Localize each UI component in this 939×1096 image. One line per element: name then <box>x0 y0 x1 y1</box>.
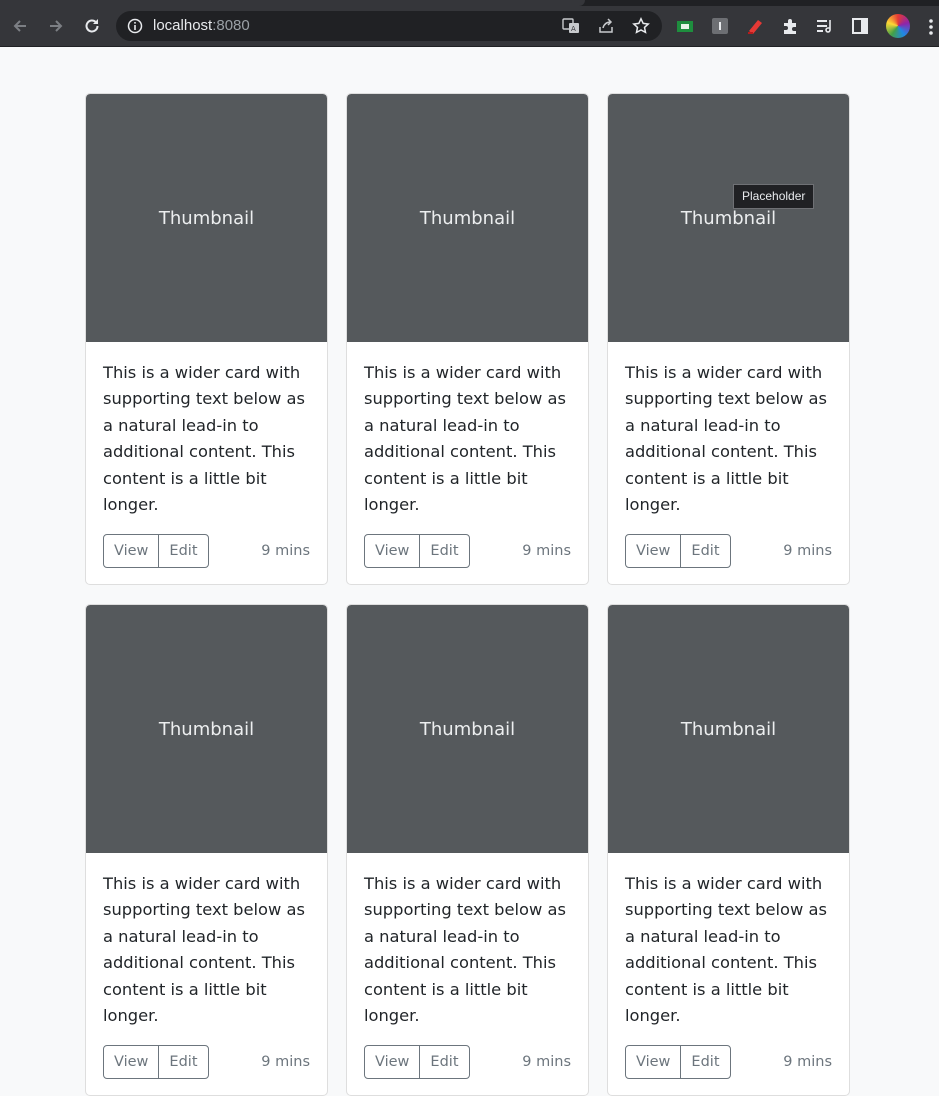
card-thumbnail: Thumbnail <box>608 605 849 853</box>
card-thumbnail: Thumbnail <box>347 605 588 853</box>
album-card: Thumbnail Placeholder This is a wider ca… <box>607 93 850 585</box>
view-button[interactable]: View <box>364 1045 421 1080</box>
side-panel-icon[interactable] <box>851 17 869 35</box>
extension-green-icon[interactable] <box>676 17 694 35</box>
card-footer: View Edit 9 mins <box>625 534 832 569</box>
card-text: This is a wider card with supporting tex… <box>625 363 827 515</box>
url-host: localhost <box>153 17 213 34</box>
profile-avatar[interactable] <box>886 14 910 38</box>
time-text: 9 mins <box>783 1054 832 1071</box>
extensions-puzzle-icon[interactable] <box>781 17 799 35</box>
edit-button[interactable]: Edit <box>680 534 731 569</box>
card-thumbnail: Thumbnail <box>347 94 588 342</box>
bookmark-star-icon[interactable] <box>632 17 650 35</box>
time-text: 9 mins <box>522 1054 571 1071</box>
time-text: 9 mins <box>522 543 571 560</box>
card-footer: View Edit 9 mins <box>103 1045 310 1080</box>
edit-button[interactable]: Edit <box>158 534 209 569</box>
card-text: This is a wider card with supporting tex… <box>625 874 827 1026</box>
thumbnail-label: Thumbnail <box>419 718 516 740</box>
back-button[interactable] <box>6 12 34 40</box>
card-footer: View Edit 9 mins <box>364 1045 571 1080</box>
view-button[interactable]: View <box>625 1045 682 1080</box>
button-group: View Edit <box>103 534 209 569</box>
site-info-icon[interactable] <box>127 18 143 34</box>
card-footer: View Edit 9 mins <box>103 534 310 569</box>
edit-button[interactable]: Edit <box>680 1045 731 1080</box>
thumbnail-label: Thumbnail <box>419 207 516 229</box>
view-button[interactable]: View <box>103 1045 160 1080</box>
address-bar[interactable]: localhost:8080 A <box>116 11 662 41</box>
reload-icon <box>85 19 99 33</box>
media-control-icon[interactable] <box>816 17 834 35</box>
card-body: This is a wider card with supporting tex… <box>347 342 588 569</box>
reload-button[interactable] <box>78 12 106 40</box>
button-group: View Edit <box>625 534 731 569</box>
edit-button[interactable]: Edit <box>158 1045 209 1080</box>
time-text: 9 mins <box>261 1054 310 1071</box>
thumbnail-label: Thumbnail <box>680 718 777 740</box>
album-card: Thumbnail This is a wider card with supp… <box>607 604 850 1096</box>
card-body: This is a wider card with supporting tex… <box>347 853 588 1080</box>
button-group: View Edit <box>364 1045 470 1080</box>
card-footer: View Edit 9 mins <box>364 534 571 569</box>
thumbnail-label: Thumbnail <box>158 718 255 740</box>
card-text: This is a wider card with supporting tex… <box>103 874 305 1026</box>
card-body: This is a wider card with supporting tex… <box>608 853 849 1080</box>
svg-text:A: A <box>571 25 576 33</box>
placeholder-tooltip: Placeholder <box>733 184 815 209</box>
card-thumbnail: Thumbnail <box>86 605 327 853</box>
edit-button[interactable]: Edit <box>419 1045 470 1080</box>
time-text: 9 mins <box>783 543 832 560</box>
card-thumbnail: Thumbnail <box>86 94 327 342</box>
url-text: localhost:8080 <box>153 17 250 34</box>
album-card: Thumbnail This is a wider card with supp… <box>85 93 328 585</box>
card-footer: View Edit 9 mins <box>625 1045 832 1080</box>
menu-dots-icon[interactable] <box>925 18 937 36</box>
extension-grey-icon[interactable] <box>711 17 729 35</box>
forward-button[interactable] <box>42 12 70 40</box>
album-card: Thumbnail This is a wider card with supp… <box>346 93 589 585</box>
browser-toolbar: localhost:8080 A <box>0 6 939 47</box>
share-icon[interactable] <box>597 17 615 35</box>
view-button[interactable]: View <box>103 534 160 569</box>
card-text: This is a wider card with supporting tex… <box>103 363 305 515</box>
album-card: Thumbnail This is a wider card with supp… <box>346 604 589 1096</box>
button-group: View Edit <box>625 1045 731 1080</box>
card-body: This is a wider card with supporting tex… <box>86 342 327 569</box>
card-text: This is a wider card with supporting tex… <box>364 363 566 515</box>
button-group: View Edit <box>364 534 470 569</box>
thumbnail-label: Thumbnail <box>680 207 777 229</box>
button-group: View Edit <box>103 1045 209 1080</box>
card-text: This is a wider card with supporting tex… <box>364 874 566 1026</box>
translate-icon[interactable]: A <box>562 17 580 35</box>
thumbnail-label: Thumbnail <box>158 207 255 229</box>
card-body: This is a wider card with supporting tex… <box>608 342 849 569</box>
forward-icon <box>50 20 63 32</box>
card-body: This is a wider card with supporting tex… <box>86 853 327 1080</box>
time-text: 9 mins <box>261 543 310 560</box>
card-grid: Thumbnail This is a wider card with supp… <box>85 93 851 1096</box>
back-icon <box>13 20 26 32</box>
album-card: Thumbnail This is a wider card with supp… <box>85 604 328 1096</box>
view-button[interactable]: View <box>625 534 682 569</box>
url-port: :8080 <box>212 17 250 34</box>
edit-button[interactable]: Edit <box>419 534 470 569</box>
card-thumbnail: Thumbnail Placeholder <box>608 94 849 342</box>
extension-red-icon[interactable] <box>746 17 764 35</box>
view-button[interactable]: View <box>364 534 421 569</box>
